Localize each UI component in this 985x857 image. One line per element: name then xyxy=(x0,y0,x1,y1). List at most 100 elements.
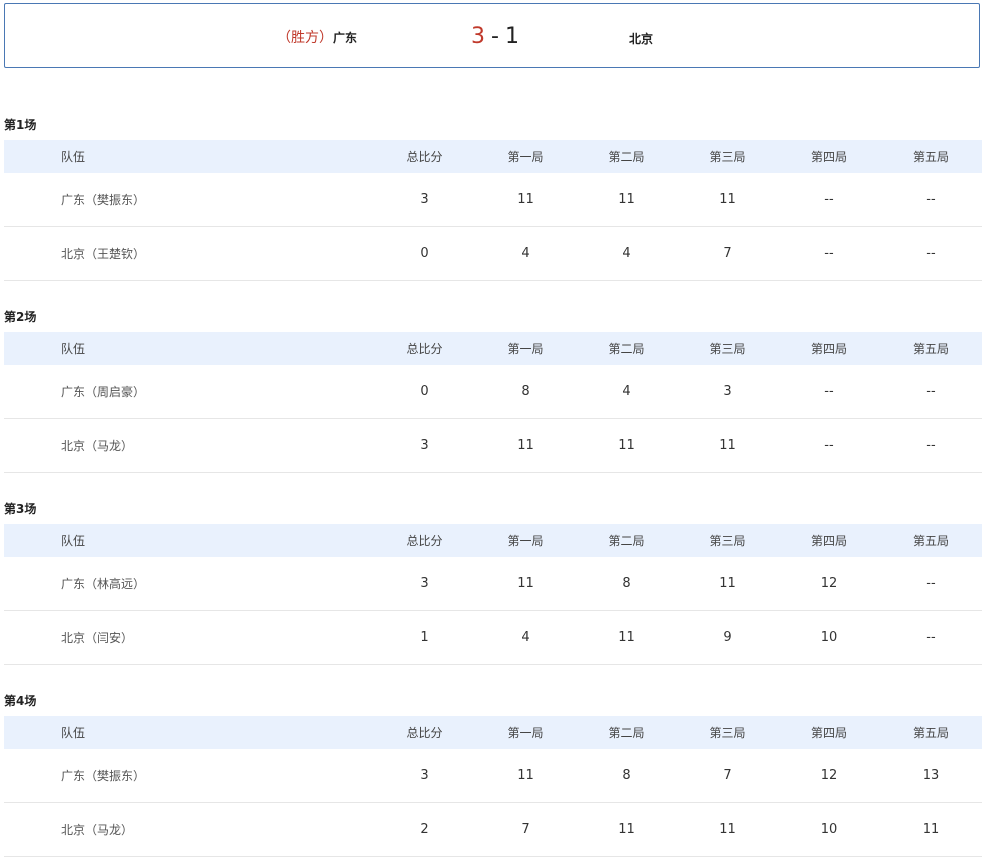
team-a-name: 广东 xyxy=(332,31,357,45)
score-cell: 11 xyxy=(719,192,736,207)
score-cell: 8 xyxy=(521,384,530,399)
player-team-cell: 广东（林高远） xyxy=(61,577,146,591)
score-cell: 3 xyxy=(420,192,429,207)
table-row: 广东（林高远） 3 11 8 11 12 -- xyxy=(4,557,982,611)
score-cell: 8 xyxy=(622,576,631,591)
header-column: 第一局 xyxy=(507,342,544,356)
score-cell: 13 xyxy=(922,768,940,783)
score-cell: 3 xyxy=(420,768,429,783)
match-section: 第1场 队伍 总比分 第一局 第二局 第三局 第四局 第五局 广东（樊振东） 3 11 11 11 -- -… xyxy=(4,117,982,281)
header-column: 总比分 xyxy=(406,534,443,548)
player-team-cell: 北京（马龙） xyxy=(61,439,134,453)
header-column: 第五局 xyxy=(912,726,949,740)
table-row: 北京（王楚钦） 0 4 4 7 -- -- xyxy=(4,227,982,281)
score-cell: 11 xyxy=(618,630,635,645)
score-cell: 3 xyxy=(420,438,429,453)
player-team-cell: 广东（樊振东） xyxy=(61,769,146,783)
table-header: 队伍 总比分 第一局 第二局 第三局 第四局 第五局 xyxy=(4,716,982,749)
table-row: 广东（樊振东） 3 11 8 7 12 13 xyxy=(4,749,982,803)
score-cell: -- xyxy=(824,384,834,399)
score-cell: 4 xyxy=(521,246,530,261)
table-row: 北京（马龙） 3 11 11 11 -- -- xyxy=(4,419,982,473)
header-column: 第二局 xyxy=(608,726,645,740)
match-title: 第2场 xyxy=(4,310,37,324)
header-column: 第四局 xyxy=(810,726,847,740)
header-team: 队伍 xyxy=(61,726,86,740)
score-cell: 7 xyxy=(521,822,530,837)
score-cell: -- xyxy=(926,630,936,645)
team-a-score: 3 xyxy=(471,24,485,49)
match-section: 第2场 队伍 总比分 第一局 第二局 第三局 第四局 第五局 广东（周启豪） 0 8 4 3 -- -- 北京… xyxy=(4,309,982,473)
table-row: 北京（马龙） 2 7 11 11 10 11 xyxy=(4,803,982,857)
score-cell: 3 xyxy=(723,384,732,399)
score-cell: -- xyxy=(824,438,834,453)
score-cell: 4 xyxy=(622,246,631,261)
team-b-score: 1 xyxy=(504,24,519,49)
header-column: 总比分 xyxy=(406,150,443,164)
player-team-cell: 北京（王楚钦） xyxy=(61,247,146,261)
header-column: 第二局 xyxy=(608,342,645,356)
score-cell: 11 xyxy=(618,192,635,207)
player-team-cell: 广东（樊振东） xyxy=(61,193,146,207)
team-b-name: 北京 xyxy=(629,32,654,46)
score-cell: 12 xyxy=(820,576,838,591)
score-cell: 4 xyxy=(622,384,631,399)
header-team: 队伍 xyxy=(61,150,86,164)
header-column: 第二局 xyxy=(608,534,645,548)
winner-tag: （胜方） xyxy=(276,30,333,46)
score-cell: 11 xyxy=(618,822,635,837)
header-column: 第一局 xyxy=(507,150,544,164)
score-cell: 11 xyxy=(517,192,534,207)
score-cell: -- xyxy=(926,576,936,591)
match-title: 第1场 xyxy=(4,118,37,132)
header-column: 第四局 xyxy=(810,342,847,356)
player-team-cell: 北京（马龙） xyxy=(61,823,134,837)
total-score: 3-1 xyxy=(471,24,519,50)
score-cell: 11 xyxy=(922,822,940,837)
header-column: 第四局 xyxy=(810,150,847,164)
match-section: 第3场 队伍 总比分 第一局 第二局 第三局 第四局 第五局 广东（林高远） 3 11 8 11 12 --… xyxy=(4,501,982,665)
score-cell: -- xyxy=(926,438,936,453)
match-title: 第3场 xyxy=(4,502,37,516)
match-section: 第4场 队伍 总比分 第一局 第二局 第三局 第四局 第五局 广东（樊振东） 3 11 8 7 12 13 北… xyxy=(4,693,982,857)
score-cell: 11 xyxy=(517,438,534,453)
score-cell: -- xyxy=(824,246,834,261)
table-header: 队伍 总比分 第一局 第二局 第三局 第四局 第五局 xyxy=(4,524,982,557)
score-cell: 1 xyxy=(420,630,429,645)
score-cell: 10 xyxy=(820,822,838,837)
score-cell: 11 xyxy=(719,576,736,591)
header-column: 第一局 xyxy=(507,534,544,548)
header-team: 队伍 xyxy=(61,534,86,548)
score-cell: -- xyxy=(824,192,834,207)
match-title: 第4场 xyxy=(4,694,37,708)
header-column: 第五局 xyxy=(912,534,949,548)
score-cell: 9 xyxy=(723,630,732,645)
match-scoreboard: （胜方）广东 3-1 北京 xyxy=(4,3,980,68)
score-cell: 7 xyxy=(723,768,732,783)
header-column: 第三局 xyxy=(709,726,746,740)
header-column: 第五局 xyxy=(912,150,949,164)
player-team-cell: 北京（闫安） xyxy=(61,631,134,645)
score-cell: 8 xyxy=(622,768,631,783)
score-cell: 12 xyxy=(820,768,838,783)
table-header: 队伍 总比分 第一局 第二局 第三局 第四局 第五局 xyxy=(4,332,982,365)
score-cell: 11 xyxy=(517,576,534,591)
header-column: 第五局 xyxy=(912,342,949,356)
score-cell: 11 xyxy=(719,438,736,453)
table-row: 北京（闫安） 1 4 11 9 10 -- xyxy=(4,611,982,665)
score-cell: 11 xyxy=(517,768,534,783)
score-separator: - xyxy=(491,24,499,49)
winner-team: （胜方）广东 xyxy=(277,29,357,48)
header-column: 总比分 xyxy=(406,726,443,740)
header-column: 第三局 xyxy=(709,342,746,356)
player-team-cell: 广东（周启豪） xyxy=(61,385,146,399)
score-cell: 0 xyxy=(420,384,429,399)
table-row: 广东（周启豪） 0 8 4 3 -- -- xyxy=(4,365,982,419)
score-cell: -- xyxy=(926,192,936,207)
header-column: 第二局 xyxy=(608,150,645,164)
score-cell: 4 xyxy=(521,630,530,645)
header-column: 总比分 xyxy=(406,342,443,356)
table-row: 广东（樊振东） 3 11 11 11 -- -- xyxy=(4,173,982,227)
score-cell: -- xyxy=(926,384,936,399)
score-cell: -- xyxy=(926,246,936,261)
